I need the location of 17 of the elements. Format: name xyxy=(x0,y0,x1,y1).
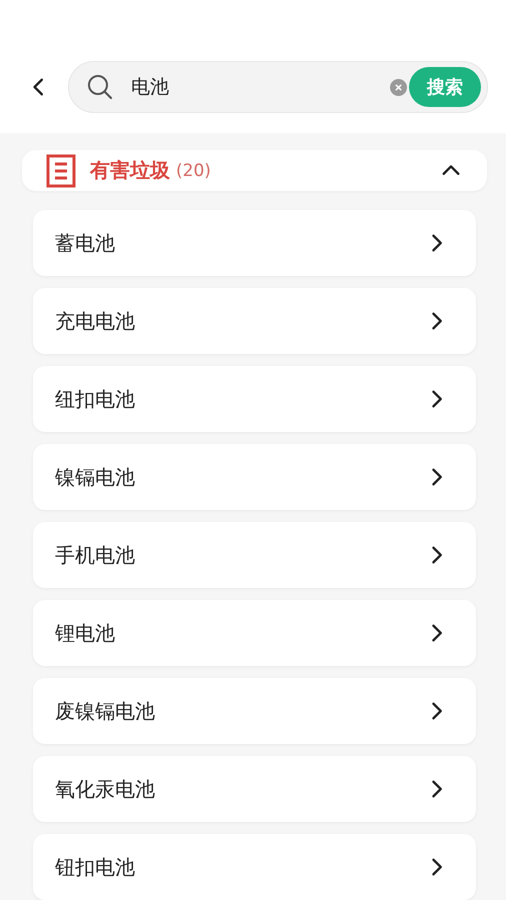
list-item[interactable]: 充电电池 xyxy=(33,288,476,354)
list-item[interactable]: 镍镉电池 xyxy=(33,444,476,510)
list-item[interactable]: 氧化汞电池 xyxy=(33,756,476,822)
clear-button[interactable] xyxy=(390,78,407,96)
category-name: 有害垃圾 xyxy=(90,157,170,184)
list-item[interactable]: 锂电池 xyxy=(33,600,476,666)
list-item[interactable]: 纽扣电池 xyxy=(33,366,476,432)
list-item[interactable]: 废镍镉电池 xyxy=(33,678,476,744)
category-header[interactable]: 有害垃圾 (20) xyxy=(22,150,487,191)
list-icon xyxy=(46,154,76,188)
search-icon xyxy=(87,74,113,100)
category-count: (20) xyxy=(176,160,211,180)
list-item[interactable]: 蓄电池 xyxy=(33,210,476,276)
search-field[interactable]: 电池 搜索 xyxy=(68,61,488,113)
close-icon xyxy=(395,84,402,90)
list-item[interactable]: 钮扣电池 xyxy=(33,834,476,900)
list-item[interactable]: 手机电池 xyxy=(33,522,476,588)
